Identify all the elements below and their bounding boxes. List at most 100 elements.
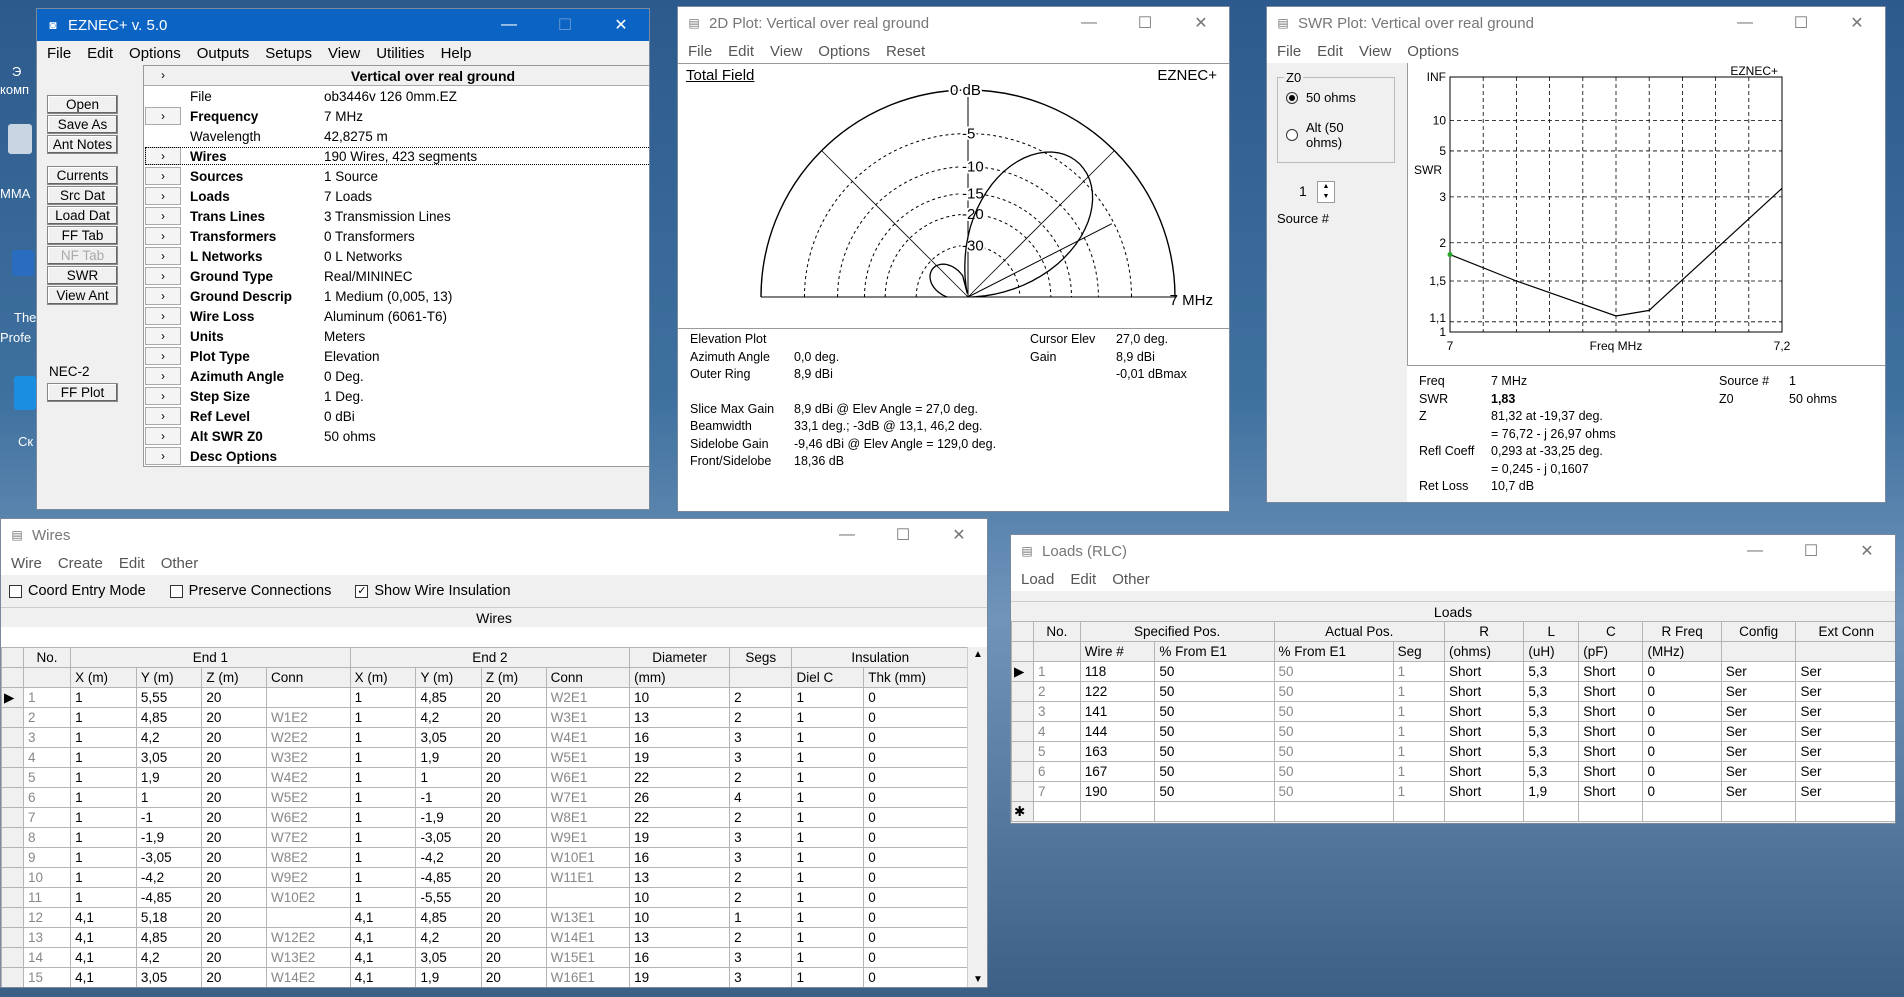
table-cell[interactable]: Ser [1795, 761, 1895, 782]
table-cell[interactable]: 1 [791, 927, 865, 948]
table-cell[interactable]: 50 [1273, 701, 1394, 722]
row-header[interactable] [1011, 701, 1034, 722]
table-cell[interactable]: W5E2 [266, 787, 351, 808]
table-cell[interactable]: 20 [201, 967, 268, 987]
table-cell[interactable]: Ser [1720, 681, 1797, 702]
table-cell[interactable]: 1 [70, 767, 137, 788]
table-cell[interactable]: W7E2 [266, 827, 351, 848]
table-cell[interactable]: 1 [791, 907, 865, 928]
table-cell[interactable]: Short [1443, 761, 1525, 782]
table-cell[interactable]: 20 [201, 827, 268, 848]
table-cell[interactable]: 20 [480, 907, 547, 928]
menu-options[interactable]: Options [121, 45, 189, 62]
maximize-icon[interactable]: ☐ [1773, 7, 1829, 39]
menu-edit[interactable]: Edit [111, 555, 153, 572]
swr-titlebar[interactable]: ▤ SWR Plot: Vertical over real ground — … [1267, 7, 1885, 39]
table-cell[interactable]: 13 [629, 927, 731, 948]
table-cell[interactable]: 190 [1079, 781, 1156, 802]
table-cell[interactable]: W13E1 [545, 907, 631, 928]
table-cell[interactable]: 2 [729, 927, 793, 948]
row-header[interactable] [1, 887, 24, 908]
property-row[interactable]: › Wires 190 Wires, 423 segments [144, 146, 649, 166]
desktop-icon[interactable] [12, 250, 34, 276]
table-cell[interactable] [1154, 801, 1275, 822]
table-cell[interactable]: 1 [791, 747, 865, 768]
table-cell[interactable]: 20 [201, 707, 268, 728]
table-cell[interactable]: 50 [1154, 681, 1275, 702]
table-cell[interactable]: 2 [729, 867, 793, 888]
table-cell[interactable]: W1E2 [266, 707, 351, 728]
table-cell[interactable]: 0 [863, 947, 969, 968]
menu-reset[interactable]: Reset [878, 43, 933, 60]
table-row[interactable]: 7 1 -1 20 W6E2 1 -1,9 20 W8E1 22 2 1 0 [1, 807, 969, 828]
expand-arrow-icon[interactable]: › [145, 267, 181, 285]
minimize-icon[interactable]: — [1717, 7, 1773, 39]
table-cell[interactable]: 1 [70, 707, 137, 728]
table-cell[interactable]: 50 [1154, 701, 1275, 722]
scroll-up-icon[interactable]: ▲ [973, 649, 983, 660]
table-cell[interactable]: 1 [70, 687, 137, 708]
table-cell[interactable]: 16 [629, 727, 731, 748]
table-cell[interactable]: 16 [629, 847, 731, 868]
table-cell[interactable]: Short [1443, 701, 1525, 722]
row-header[interactable] [1, 907, 24, 928]
property-row[interactable]: › Azimuth Angle 0 Deg. [144, 366, 649, 386]
show-insulation-checkbox[interactable]: ✓ Show Wire Insulation [355, 583, 511, 599]
table-cell[interactable]: 5,3 [1523, 681, 1580, 702]
table-cell[interactable] [1795, 801, 1895, 822]
table-row[interactable]: 6 1 1 20 W5E2 1 -1 20 W7E1 26 4 1 0 [1, 787, 969, 808]
table-cell[interactable]: 1 [791, 947, 865, 968]
menu-file[interactable]: File [1269, 43, 1309, 60]
table-cell[interactable]: W8E1 [545, 807, 631, 828]
table-cell[interactable]: W14E1 [545, 927, 631, 948]
table-cell[interactable]: 2 [729, 807, 793, 828]
table-cell[interactable] [1720, 801, 1797, 822]
table-cell[interactable]: W5E1 [545, 747, 631, 768]
table-cell[interactable]: 20 [480, 887, 547, 908]
table-row[interactable]: 5 163 50 50 1 Short 5,3 Short 0 Ser Ser [1011, 741, 1895, 762]
table-cell[interactable]: 1 [791, 847, 865, 868]
table-cell[interactable]: 20 [480, 947, 547, 968]
expand-arrow-icon[interactable]: › [145, 67, 181, 85]
minimize-icon[interactable]: — [819, 519, 875, 551]
menu-edit[interactable]: Edit [1062, 571, 1104, 588]
table-cell[interactable]: 5,3 [1523, 741, 1580, 762]
menu-outputs[interactable]: Outputs [189, 45, 258, 62]
table-cell[interactable]: 13 [629, 707, 731, 728]
table-cell[interactable]: W4E1 [545, 727, 631, 748]
table-cell[interactable]: 1 [1392, 781, 1445, 802]
table-cell[interactable]: 20 [201, 687, 268, 708]
expand-arrow-icon[interactable]: › [145, 187, 181, 205]
table-cell[interactable]: 22 [629, 767, 731, 788]
table-cell[interactable]: 4,1 [349, 907, 417, 928]
table-cell[interactable] [1443, 801, 1525, 822]
table-cell[interactable]: W9E2 [266, 867, 351, 888]
table-cell[interactable]: -3,05 [135, 847, 203, 868]
table-cell[interactable]: 1 [70, 807, 137, 828]
table-cell[interactable]: 50 [1154, 721, 1275, 742]
menu-other[interactable]: Other [1104, 571, 1158, 588]
table-cell[interactable]: Ser [1720, 661, 1797, 682]
open-button[interactable]: Open [47, 95, 118, 114]
table-cell[interactable]: 20 [480, 927, 547, 948]
table-cell[interactable]: 19 [629, 967, 731, 987]
table-cell[interactable]: 20 [201, 727, 268, 748]
row-header[interactable] [1011, 721, 1034, 742]
expand-arrow-icon[interactable]: › [145, 147, 181, 165]
polar-plot-area[interactable]: Total Field EZNEC+ 7 MHz 0 dB -5 -10 -15 -20… [678, 63, 1229, 328]
table-cell[interactable]: 0 [863, 847, 969, 868]
table-cell[interactable]: 1 [1392, 741, 1445, 762]
table-cell[interactable]: Ser [1795, 781, 1895, 802]
expand-arrow-icon[interactable]: › [145, 247, 181, 265]
table-row[interactable]: 2 122 50 50 1 Short 5,3 Short 0 Ser Ser [1011, 681, 1895, 702]
table-cell[interactable]: 0 [863, 907, 969, 928]
table-cell[interactable]: 7 [22, 807, 72, 828]
menu-edit[interactable]: Edit [720, 43, 762, 60]
table-cell[interactable]: 0 [863, 747, 969, 768]
table-row[interactable]: 6 167 50 50 1 Short 5,3 Short 0 Ser Ser [1011, 761, 1895, 782]
table-cell[interactable]: W3E1 [545, 707, 631, 728]
table-cell[interactable] [1079, 801, 1156, 822]
table-cell[interactable]: 4,2 [415, 927, 482, 948]
maximize-icon[interactable]: ☐ [537, 9, 593, 41]
table-cell[interactable]: 5,55 [135, 687, 203, 708]
